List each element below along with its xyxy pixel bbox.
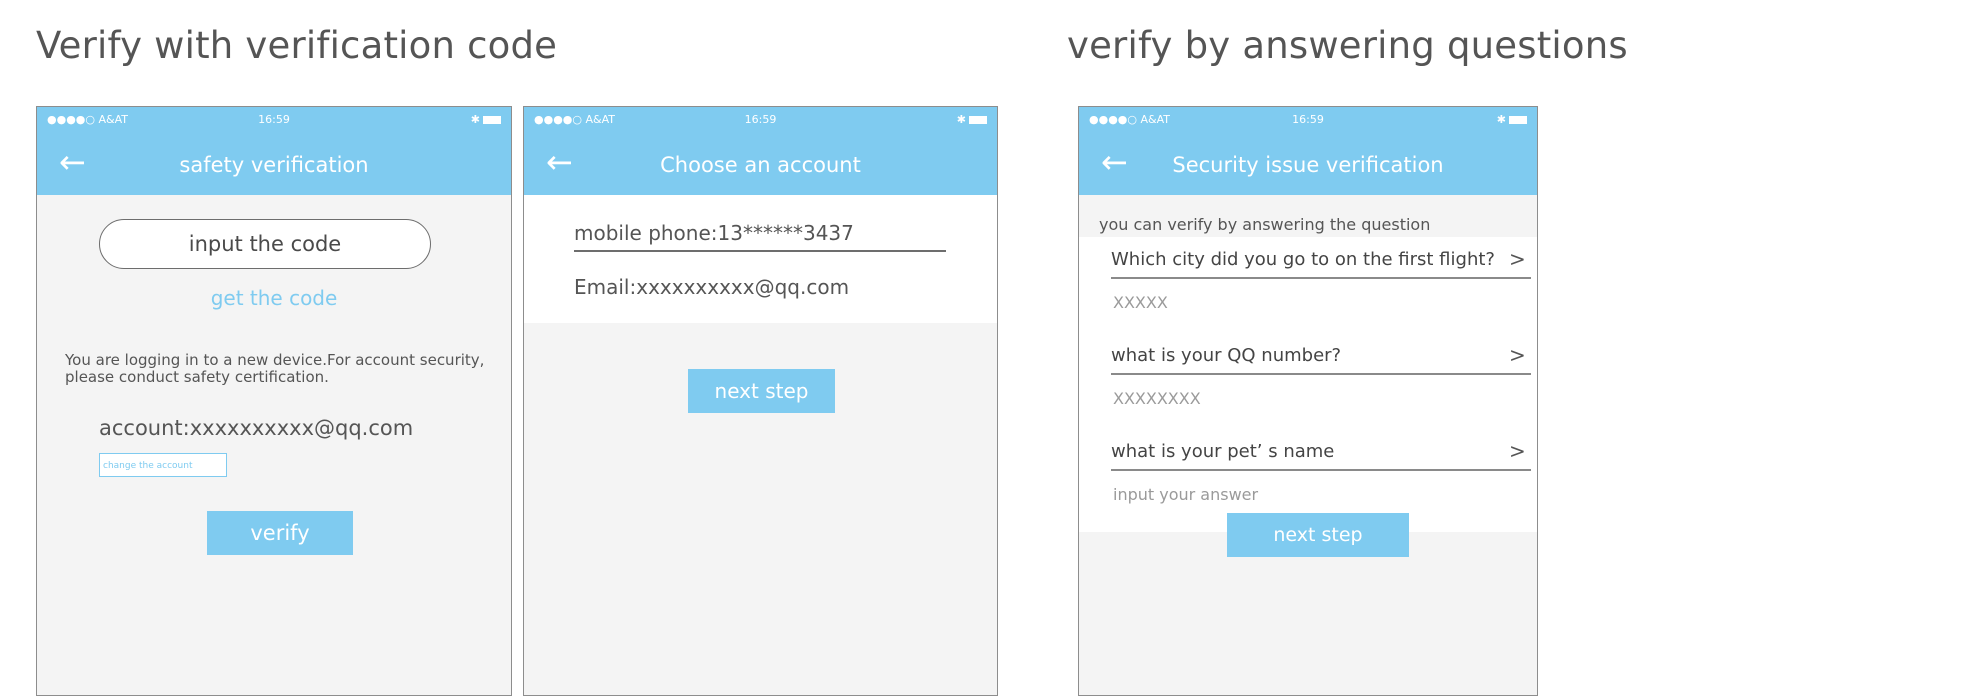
account-label: account:xxxxxxxxxx@qq.com xyxy=(99,416,414,440)
bluetooth-icon: ✱ xyxy=(956,113,966,126)
divider xyxy=(1111,469,1531,471)
screen-title: Choose an account xyxy=(660,153,861,177)
chevron-right-icon[interactable]: > xyxy=(1509,247,1526,271)
phone-screen-verification-code: ●●●●○ A&AT 16:59 ✱ ← safety verification… xyxy=(36,106,512,696)
question-1[interactable]: Which city did you go to on the first fl… xyxy=(1111,249,1531,270)
question-2[interactable]: what is your QQ number? xyxy=(1111,345,1531,366)
chevron-right-icon[interactable]: > xyxy=(1509,343,1526,367)
divider xyxy=(574,250,946,252)
nav-bar: ← Security issue verification xyxy=(1079,133,1537,195)
answer-3-input[interactable]: input your answer xyxy=(1113,485,1258,504)
nav-bar: ← safety verification xyxy=(37,133,511,195)
bluetooth-icon: ✱ xyxy=(1496,113,1506,126)
instruction-text: you can verify by answering the question xyxy=(1099,215,1431,234)
clock: 16:59 xyxy=(1292,113,1324,126)
battery-icon: ✱ xyxy=(957,113,987,126)
verify-button[interactable]: verify xyxy=(207,511,353,555)
clock: 16:59 xyxy=(744,113,777,126)
bluetooth-icon: ✱ xyxy=(470,113,480,126)
battery-icon: ✱ xyxy=(471,113,501,126)
screen-title: safety verification xyxy=(179,153,369,177)
phone-screen-security-questions: ●●●●○ A&AT 16:59 ✱ ← Security issue veri… xyxy=(1078,106,1538,696)
change-account-button[interactable]: change the account xyxy=(99,453,227,477)
phone-screen-choose-account: ●●●●○ A&AT 16:59 ✱ ← Choose an account m… xyxy=(523,106,998,696)
nav-bar: ← Choose an account xyxy=(524,133,997,195)
divider xyxy=(1111,373,1531,375)
account-list: mobile phone:13******3437 Email:xxxxxxxx… xyxy=(524,195,997,323)
mobile-account-option[interactable]: mobile phone:13******3437 xyxy=(574,221,854,245)
question-list: Which city did you go to on the first fl… xyxy=(1079,237,1537,532)
email-account-option[interactable]: Email:xxxxxxxxxx@qq.com xyxy=(574,275,849,299)
right-section-title: verify by answering questions xyxy=(1067,24,1628,67)
next-step-button[interactable]: next step xyxy=(688,369,835,413)
left-section-title: Verify with verification code xyxy=(36,24,558,67)
get-code-link[interactable]: get the code xyxy=(37,286,511,310)
next-step-button[interactable]: next step xyxy=(1227,513,1409,557)
status-bar: ●●●●○ A&AT 16:59 ✱ xyxy=(1079,107,1537,133)
clock: 16:59 xyxy=(258,113,290,126)
chevron-right-icon[interactable]: > xyxy=(1509,439,1526,463)
battery-icon: ✱ xyxy=(1497,113,1527,126)
status-bar: ●●●●○ A&AT 16:59 ✱ xyxy=(524,107,997,133)
screen-title: Security issue verification xyxy=(1172,153,1444,177)
status-bar: ●●●●○ A&AT 16:59 ✱ xyxy=(37,107,511,133)
answer-1[interactable]: XXXXX xyxy=(1113,293,1168,312)
answer-2[interactable]: XXXXXXXX xyxy=(1113,389,1201,408)
divider xyxy=(1111,277,1531,279)
code-input[interactable]: input the code xyxy=(99,219,431,269)
question-3[interactable]: what is your pet’ s name xyxy=(1111,441,1531,462)
new-device-notice: You are logging in to a new device.For a… xyxy=(65,351,485,386)
